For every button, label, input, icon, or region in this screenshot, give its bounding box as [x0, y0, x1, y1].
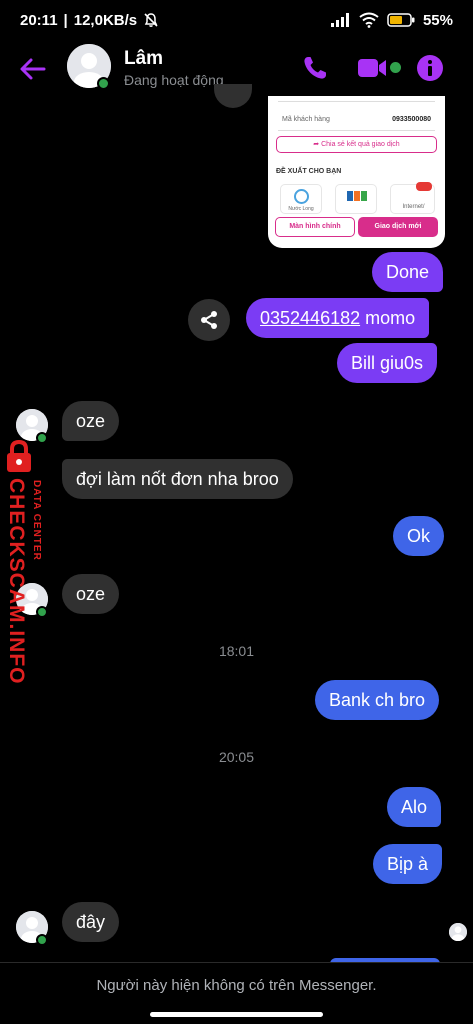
receipt-share-button: ➦ Chia sẻ kết quả giao dịch	[276, 136, 437, 153]
chat-footer: Người này hiện không có trên Messenger.	[0, 962, 473, 1024]
receipt-suggest-label: ĐỀ XUẤT CHO BẠN	[276, 168, 342, 175]
tile-internet-label: Internet/	[402, 204, 425, 210]
home-indicator[interactable]	[150, 1012, 323, 1017]
checkscam-watermark: CHECKSCAM.INFO DATA CENTER	[2, 440, 50, 685]
timestamp-separator: 20:05	[218, 749, 255, 765]
unavailable-notice: Người này hiện không có trên Messenger.	[96, 977, 377, 994]
sale-badge	[416, 182, 432, 191]
message-sent[interactable]: Bịp à	[373, 844, 443, 884]
status-bar: 20:11 | 12,0KB/s 55%	[0, 0, 473, 40]
message-received[interactable]: đợi làm nốt đơn nha broo	[62, 459, 293, 499]
water-logo-icon	[294, 189, 309, 204]
message-sent[interactable]: Done	[372, 252, 444, 292]
receipt-image[interactable]: Mã khách hàng 0933500080 ➦ Chia sẻ kết q…	[268, 96, 445, 248]
battery-icon	[387, 13, 415, 27]
contact-name[interactable]: Lâm	[124, 48, 163, 70]
online-indicator	[97, 77, 110, 90]
online-indicator	[36, 934, 48, 946]
receipt-tile-water: Nước Long	[280, 184, 322, 214]
share-arrow-icon: ➦	[313, 141, 322, 148]
receipt-tile-fpt	[335, 184, 377, 214]
receipt-tile-internet: Internet/	[390, 182, 435, 214]
status-time: 20:11	[20, 11, 58, 29]
message-received[interactable]: oze	[62, 574, 120, 614]
message-sent[interactable]: 0352446182 momo	[246, 298, 430, 338]
message-received[interactable]: oze	[62, 401, 120, 441]
receipt-new-button: Giao dịch mới	[358, 217, 438, 237]
watermark-site-text: CHECKSCAM.INFO	[5, 478, 28, 685]
video-call-icon[interactable]	[357, 54, 389, 82]
message-received[interactable]: đây	[62, 902, 120, 942]
hidden-avatar-stub	[214, 84, 252, 108]
lock-icon	[7, 440, 31, 472]
status-speed: 12,0KB/s	[73, 11, 138, 29]
wifi-icon	[359, 12, 379, 28]
receipt-home-button: Màn hình chính	[275, 217, 355, 237]
contact-status: Đang hoạt động	[124, 72, 224, 88]
receipt-top-row	[278, 96, 435, 102]
message-sent[interactable]: Alo	[387, 787, 442, 827]
receipt-customer-label: Mã khách hàng	[282, 116, 330, 123]
receipt-customer-value: 0933500080	[392, 116, 431, 123]
share-icon	[201, 311, 217, 329]
share-button[interactable]	[188, 299, 230, 341]
mute-bell-icon	[144, 13, 158, 27]
back-arrow-icon[interactable]	[18, 54, 48, 84]
watermark-tag-text: DATA CENTER	[31, 480, 42, 561]
message-sent[interactable]: Ok	[393, 516, 445, 556]
battery-percent: 55%	[422, 11, 453, 29]
phone-icon[interactable]	[301, 54, 329, 82]
info-icon[interactable]	[416, 54, 444, 82]
tile-water-label: Nước Long	[288, 206, 314, 212]
signal-icon	[330, 13, 349, 27]
phone-number-link[interactable]: 0352446182	[260, 308, 360, 328]
receipt-divider	[278, 130, 435, 131]
message-sent[interactable]: Bank ch bro	[315, 680, 440, 720]
default-person-icon	[449, 923, 467, 941]
seen-indicator-avatar	[449, 923, 467, 941]
timestamp-separator: 18:01	[218, 643, 255, 659]
video-active-dot	[390, 62, 401, 73]
status-divider: |	[63, 11, 68, 29]
fpt-logo-icon	[347, 191, 367, 201]
message-sent[interactable]: Bill giu0s	[337, 343, 438, 383]
message-text: momo	[360, 308, 416, 328]
